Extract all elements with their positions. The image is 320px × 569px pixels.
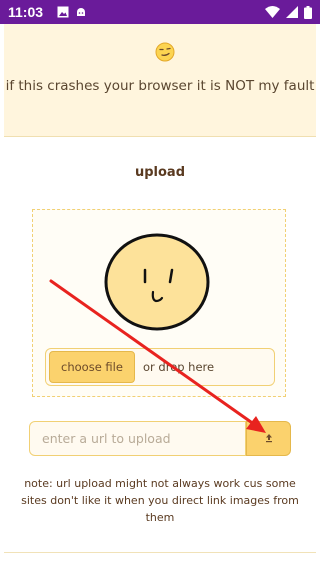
upload-heading: upload	[134, 165, 186, 180]
drop-hint: or drop here	[143, 360, 215, 374]
url-upload-note: note: url upload might not always work c…	[21, 477, 299, 524]
status-bar: 11:03	[0, 0, 320, 24]
upload-arrow-icon	[264, 432, 274, 446]
wifi-icon	[265, 6, 280, 18]
section-divider	[4, 552, 316, 553]
url-upload-row: enter a url to upload	[29, 421, 291, 456]
battery-icon	[304, 5, 312, 19]
status-time: 11:03	[8, 4, 44, 20]
file-input-row[interactable]: choose file or drop here	[45, 348, 275, 386]
choose-file-button[interactable]: choose file	[49, 351, 135, 383]
signal-icon	[286, 6, 298, 18]
header-panel: if this crashes your browser it is NOT m…	[4, 24, 316, 137]
disclaimer-text: if this crashes your browser it is NOT m…	[5, 78, 315, 94]
url-input[interactable]: enter a url to upload	[29, 421, 246, 456]
android-icon	[75, 6, 87, 18]
image-icon	[57, 6, 69, 18]
smirk-emoji-icon	[155, 42, 175, 62]
url-upload-button[interactable]	[246, 421, 291, 456]
face-doodle-icon	[103, 232, 211, 332]
upload-dropzone[interactable]: choose file or drop here	[32, 209, 286, 397]
